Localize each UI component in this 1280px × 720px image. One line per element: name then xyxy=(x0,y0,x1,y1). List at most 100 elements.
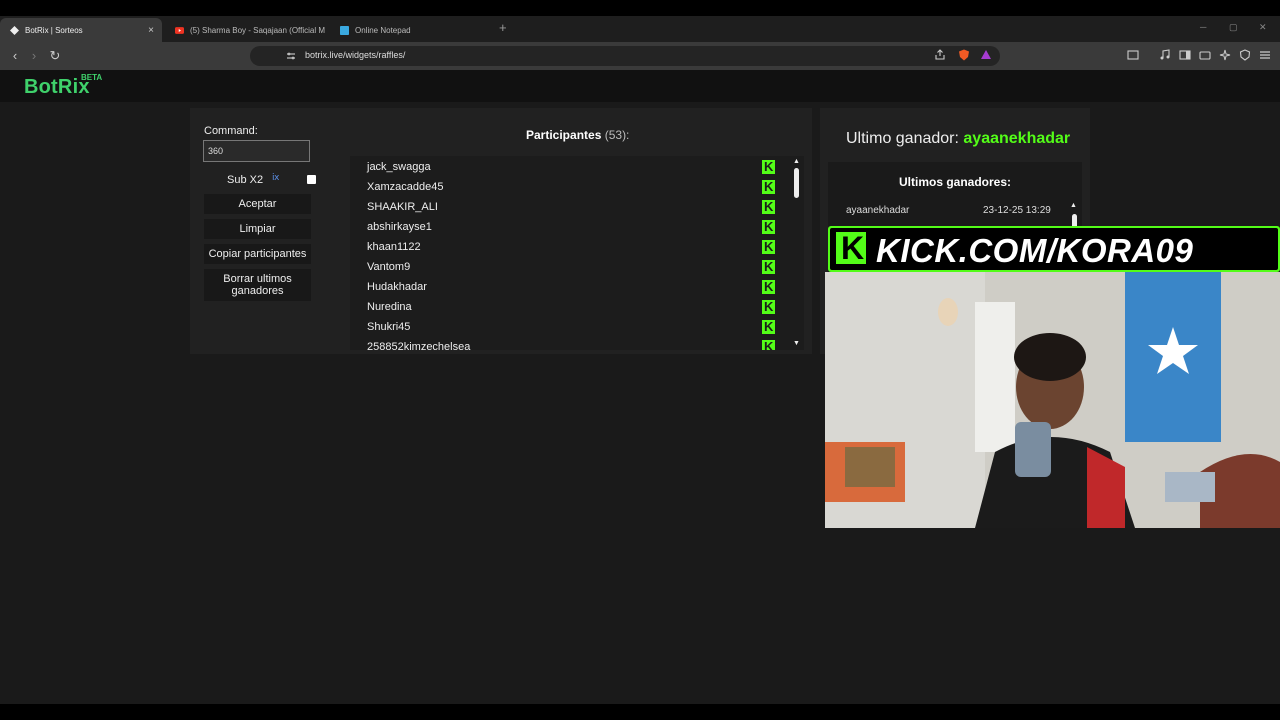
tab-botrix[interactable]: BotRix | Sorteos × xyxy=(0,18,162,42)
participants-count: (53): xyxy=(604,128,630,142)
participant-row: Nuredina K xyxy=(367,297,787,317)
kick-platform-letter: K xyxy=(764,159,774,174)
participant-row: 258852kimzechelsea K xyxy=(367,337,787,350)
kick-platform-icon: K xyxy=(762,299,775,314)
reload-icon[interactable]: ↻ xyxy=(47,48,63,64)
sub-x2-label: Sub X2 xyxy=(227,174,264,186)
screen-bottom-border xyxy=(0,704,1280,720)
last-winner-heading: Ultimo ganador: ayaanekhadar xyxy=(846,130,1070,148)
kick-platform-letter: K xyxy=(764,259,774,274)
sidebar-tabs-icon[interactable] xyxy=(1127,49,1139,61)
brave-shield-icon[interactable] xyxy=(958,49,970,61)
participant-row: Vantom9 K xyxy=(367,257,787,277)
last-winner-label: Ultimo ganador: xyxy=(846,130,959,147)
restore-icon[interactable]: ▢ xyxy=(1229,22,1238,33)
wallet-icon[interactable] xyxy=(1199,49,1211,61)
kick-platform-letter: K xyxy=(764,239,774,254)
media-icon[interactable] xyxy=(1159,49,1171,61)
tab-close-icon[interactable]: × xyxy=(144,25,158,36)
sub-x2-row: Sub X2 ⅸ xyxy=(204,172,316,188)
leo-ai-icon[interactable] xyxy=(1219,49,1231,61)
kick-platform-icon: K xyxy=(762,259,775,274)
recent-scroll-up-arrow[interactable]: ▲ xyxy=(1070,202,1077,209)
screen-top-border xyxy=(0,0,1280,16)
participant-row: abshirkayse1 K xyxy=(367,217,787,237)
accept-button[interactable]: Aceptar xyxy=(204,194,311,214)
kick-platform-icon: K xyxy=(762,159,775,174)
botrix-logo[interactable]: BotRix xyxy=(24,76,90,99)
tab-youtube[interactable]: (5) Sharma Boy - Saqajaan (Official M xyxy=(165,18,325,42)
vpn-icon[interactable] xyxy=(1239,49,1251,61)
kick-platform-letter: K xyxy=(764,279,774,294)
kick-banner-background: K KICK.COM/KORA09 xyxy=(830,228,1278,270)
kick-platform-letter: K xyxy=(764,219,774,234)
participant-row: SHAAKIR_ALI K xyxy=(367,197,787,217)
participants-title: Participantes xyxy=(526,128,602,142)
kick-platform-letter: K xyxy=(764,199,774,214)
url-text[interactable]: botrix.live/widgets/raffles/ xyxy=(305,50,405,60)
share-icon[interactable] xyxy=(934,49,946,61)
scroll-down-arrow[interactable]: ▼ xyxy=(793,340,800,347)
command-label: Command: xyxy=(204,125,258,137)
recent-winners-title: Ultimos ganadores: xyxy=(898,175,1012,189)
kick-platform-letter: K xyxy=(764,299,774,314)
participant-name: Vantom9 xyxy=(367,261,411,273)
kick-platform-icon: K xyxy=(762,179,775,194)
close-window-icon[interactable]: ✕ xyxy=(1259,22,1267,33)
recent-winner-name: ayaanekhadar xyxy=(846,205,910,216)
kick-logo-letter: K xyxy=(841,230,865,266)
tab-notepad[interactable]: Online Notepad xyxy=(330,18,490,42)
participant-name: Xamzacadde45 xyxy=(367,181,444,193)
brave-rewards-icon[interactable] xyxy=(980,49,992,61)
site-settings-icon[interactable] xyxy=(286,51,296,61)
kick-platform-icon: K xyxy=(762,279,775,294)
scrollbar-thumb[interactable] xyxy=(794,168,799,198)
last-winner-name: ayaanekhadar xyxy=(963,130,1071,147)
recent-winner-row: ayaanekhadar 23-12-25 13:29 xyxy=(846,205,1056,216)
command-input[interactable]: 360 xyxy=(203,140,310,162)
address-toolbar: ‹ › ↻ xyxy=(0,42,1280,70)
kick-platform-icon: K xyxy=(762,319,775,334)
participant-name: abshirkayse1 xyxy=(367,221,432,233)
kick-platform-icon: K xyxy=(762,219,775,234)
minimize-icon[interactable]: ─ xyxy=(1200,22,1206,32)
participant-name: SHAAKIR_ALI xyxy=(367,201,438,213)
kick-channel-banner: K KICK.COM/KORA09 xyxy=(828,226,1280,272)
participant-name: khaan1122 xyxy=(367,241,421,253)
participants-heading: Participantes (53): xyxy=(526,128,629,142)
scroll-up-arrow[interactable]: ▲ xyxy=(793,158,800,165)
sub-x2-info-icon: ⅸ xyxy=(272,172,280,182)
back-icon[interactable]: ‹ xyxy=(7,48,23,64)
participant-row: Shukri45 K xyxy=(367,317,787,337)
participants-list[interactable]: ▲ ▼ jack_swagga K Xamzacadde45 K SHAAKIR_ALI… xyxy=(350,156,804,350)
youtube-favicon-icon xyxy=(175,26,184,34)
kick-platform-icon: K xyxy=(762,239,775,254)
participant-name: jack_swagga xyxy=(367,161,431,173)
tab-title: BotRix | Sorteos xyxy=(25,25,83,35)
kick-platform-letter: K xyxy=(764,179,774,194)
kick-logo-icon: K xyxy=(836,230,866,266)
sidebar-icon[interactable] xyxy=(1179,49,1191,61)
participant-name: 258852kimzechelsea xyxy=(367,341,471,350)
raffle-panel: Command: 360 Sub X2 ⅸ Aceptar Limpiar Co… xyxy=(190,108,812,354)
recent-winner-date: 23-12-25 13:29 xyxy=(983,205,1051,216)
participant-row: Hudakhadar K xyxy=(367,277,787,297)
kick-platform-letter: K xyxy=(764,319,774,334)
participant-name: Hudakhadar xyxy=(367,281,427,293)
copy-participants-button[interactable]: Copiar participantes xyxy=(204,244,311,264)
participant-row: Xamzacadde45 K xyxy=(367,177,787,197)
kick-platform-icon: K xyxy=(762,339,775,350)
participant-name: Nuredina xyxy=(367,301,412,313)
tab-title: Online Notepad xyxy=(355,25,411,35)
menu-icon[interactable] xyxy=(1259,49,1271,61)
new-tab-button[interactable]: + xyxy=(499,20,507,35)
clear-button[interactable]: Limpiar xyxy=(204,219,311,239)
participant-name: Shukri45 xyxy=(367,321,411,333)
delete-last-winners-button[interactable]: Borrar ultimos ganadores xyxy=(204,269,311,301)
participant-row: jack_swagga K xyxy=(367,157,787,177)
forward-icon[interactable]: › xyxy=(26,48,42,64)
sub-x2-checkbox[interactable] xyxy=(307,175,316,184)
kick-platform-letter: K xyxy=(764,339,774,350)
notepad-favicon-icon xyxy=(340,25,349,35)
botrix-favicon-icon xyxy=(10,25,19,35)
